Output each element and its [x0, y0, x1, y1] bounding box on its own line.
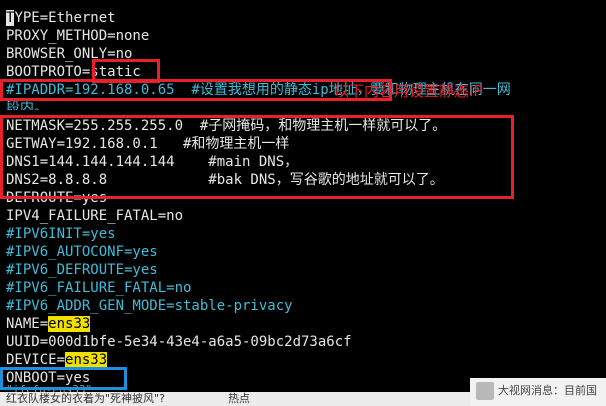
config-line-ipv6-defroute: #IPV6_DEFROUTE=yes [6, 262, 158, 278]
terminal-window[interactable]: TYPE=Ethernet PROXY_METHOD=none BROWSER_… [0, 0, 606, 392]
news-thumbnail [476, 382, 494, 400]
editor-status-line: "ifcfg-ens33" [6, 383, 93, 392]
config-line-dns2: DNS2=8.8.8.8 #bak DNS，写谷歌的地址就可以了。 [6, 172, 444, 188]
config-line-ipv6-autoconf: #IPV6_AUTOCONF=yes [6, 244, 158, 260]
news-snippet[interactable]: 大视网消息：目前国 [498, 384, 597, 398]
hot-topic-label[interactable]: 热点 [228, 392, 250, 406]
config-line-uuid: UUID=000d1bfe-5e34-43e4-a6a5-09bc2d73a6c… [6, 334, 352, 350]
annotation-label: 以下内容用设置静态IP [334, 82, 483, 100]
news-headline[interactable]: 红衣队楼女的衣着为"死神披风"? [6, 392, 165, 406]
config-line-name: NAME=ens33 [6, 316, 91, 332]
config-line-ipv6-failure-fatal: #IPV6_FAILURE_FATAL=no [6, 280, 192, 296]
config-line-browser-only: BROWSER_ONLY=no [6, 46, 133, 62]
config-line-ipv4-failure-fatal: IPV4_FAILURE_FATAL=no [6, 208, 184, 224]
config-line-ipv6-addr-gen-mode: #IPV6_ADDR_GEN_MODE=stable-privacy [6, 298, 293, 314]
config-line-ipaddr-comment-wrap: 段内。 [6, 100, 48, 110]
config-line-defroute: DEFROUTE=yes [6, 190, 108, 206]
config-line-netmask: NETMASK=255.255.255.0 #子网掩码，和物理主机一样就可以了。 [6, 118, 447, 134]
config-line-bootproto: BOOTPROTO=static [6, 64, 141, 80]
config-line-type: TYPE=Ethernet [6, 10, 116, 26]
config-line-ipv6init: #IPV6INIT=yes [6, 226, 116, 242]
config-line-gateway: GETWAY=192.168.0.1 #和物理主机一样 [6, 136, 290, 152]
config-line-proxy-method: PROXY_METHOD=none [6, 28, 150, 44]
config-line-device: DEVICE=ens33 [6, 352, 108, 368]
search-highlight: ens33 [48, 316, 91, 332]
background-news-panel: 大视网消息：目前国 [470, 378, 606, 406]
search-highlight: ens33 [65, 352, 108, 368]
config-line-dns1: DNS1=144.144.144.144 #main DNS， [6, 154, 299, 170]
